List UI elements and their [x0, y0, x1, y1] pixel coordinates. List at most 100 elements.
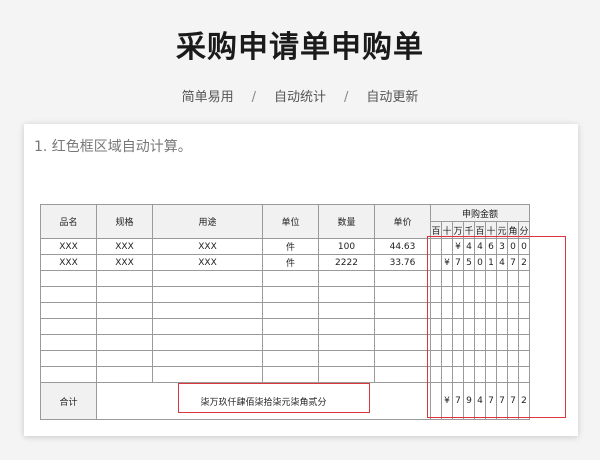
page-title: 采购申请单申购单 — [176, 30, 424, 65]
empty-cell[interactable] — [374, 286, 431, 303]
header-unit: 单位 — [262, 204, 319, 239]
empty-cell[interactable] — [152, 286, 263, 303]
empty-cell[interactable] — [40, 350, 97, 367]
cell-digit: 4 — [463, 238, 475, 255]
empty-cell[interactable] — [318, 350, 375, 367]
empty-cell[interactable] — [262, 366, 319, 383]
table-row: XXX XXX XXX 件 100 44.63 ¥ 4 4 6 3 0 0 — [40, 238, 530, 255]
empty-cell[interactable] — [262, 350, 319, 367]
empty-cell[interactable] — [374, 318, 431, 335]
cell-price[interactable]: 44.63 — [374, 238, 431, 255]
empty-cell[interactable] — [262, 334, 319, 351]
empty-cell[interactable] — [152, 318, 263, 335]
empty-cell — [474, 334, 486, 351]
empty-cell[interactable] — [96, 350, 153, 367]
empty-cell[interactable] — [152, 302, 263, 319]
cell-digit: 0 — [474, 254, 486, 271]
empty-cell — [430, 318, 442, 335]
cell-spec[interactable]: XXX — [96, 238, 153, 255]
cell-digit: 0 — [507, 238, 519, 255]
empty-cell — [463, 366, 475, 383]
tag-easy: 简单易用 — [181, 90, 234, 105]
cell-qty[interactable]: 100 — [318, 238, 375, 255]
digit-header: 分 — [518, 221, 530, 239]
empty-cell[interactable] — [262, 270, 319, 287]
empty-cell — [441, 270, 453, 287]
empty-cell — [518, 286, 530, 303]
empty-cell[interactable] — [262, 318, 319, 335]
cell-purpose[interactable]: XXX — [152, 238, 263, 255]
total-digit: 7 — [507, 382, 519, 420]
empty-cell[interactable] — [374, 270, 431, 287]
empty-cell[interactable] — [152, 334, 263, 351]
empty-cell — [485, 318, 497, 335]
total-row: 合计 柒万玖仟肆佰柒拾柒元柒角贰分 ¥ 7 9 4 7 7 7 2 — [40, 382, 530, 420]
cell-digit — [430, 238, 442, 255]
empty-cell[interactable] — [40, 270, 97, 287]
empty-cell[interactable] — [96, 366, 153, 383]
cell-spec[interactable]: XXX — [96, 254, 153, 271]
empty-cell[interactable] — [96, 286, 153, 303]
empty-cell[interactable] — [40, 286, 97, 303]
total-digit: 7 — [496, 382, 508, 420]
tag-auto-update: 自动更新 — [366, 90, 419, 105]
empty-cell[interactable] — [318, 286, 375, 303]
empty-cell — [474, 366, 486, 383]
preview-card: 1. 红色框区域自动计算。 品名 规格 用途 单位 数量 单价 申购金额 百 十… — [24, 124, 578, 436]
empty-cell[interactable] — [96, 334, 153, 351]
cell-unit[interactable]: 件 — [262, 238, 319, 255]
empty-cell[interactable] — [152, 366, 263, 383]
cell-unit[interactable]: 件 — [262, 254, 319, 271]
cell-qty[interactable]: 2222 — [318, 254, 375, 271]
cell-digit: 5 — [463, 254, 475, 271]
empty-cell[interactable] — [96, 318, 153, 335]
empty-cell — [518, 366, 530, 383]
empty-cell[interactable] — [318, 270, 375, 287]
empty-cell — [507, 366, 519, 383]
total-uppercase-cell: 柒万玖仟肆佰柒拾柒元柒角贰分 — [96, 382, 431, 420]
empty-cell[interactable] — [40, 318, 97, 335]
empty-cell — [485, 366, 497, 383]
total-digit: 9 — [463, 382, 475, 420]
empty-cell[interactable] — [40, 302, 97, 319]
header-price: 单价 — [374, 204, 431, 239]
cell-purpose[interactable]: XXX — [152, 254, 263, 271]
empty-cell[interactable] — [262, 286, 319, 303]
tag-auto-stat: 自动统计 — [273, 90, 326, 105]
empty-cell[interactable] — [262, 302, 319, 319]
empty-cell — [441, 302, 453, 319]
empty-cell[interactable] — [374, 334, 431, 351]
empty-cell[interactable] — [40, 366, 97, 383]
cell-digit: 4 — [496, 254, 508, 271]
header-spec: 规格 — [96, 204, 153, 239]
header-qty: 数量 — [318, 204, 375, 239]
empty-cell[interactable] — [318, 334, 375, 351]
purchase-request-table: 品名 规格 用途 单位 数量 单价 申购金额 百 十 万 千 百 十 元 角 分 — [40, 204, 530, 420]
empty-cell[interactable] — [374, 350, 431, 367]
empty-cell[interactable] — [318, 366, 375, 383]
cell-price[interactable]: 33.76 — [374, 254, 431, 271]
empty-cell[interactable] — [96, 270, 153, 287]
empty-cell — [463, 350, 475, 367]
empty-cell — [463, 286, 475, 303]
empty-cell — [474, 350, 486, 367]
empty-cell[interactable] — [374, 302, 431, 319]
empty-cell — [430, 366, 442, 383]
cell-name[interactable]: XXX — [40, 238, 97, 255]
empty-cell[interactable] — [96, 302, 153, 319]
cell-digit: 6 — [485, 238, 497, 255]
empty-cell[interactable] — [318, 302, 375, 319]
empty-cell — [430, 302, 442, 319]
empty-cell[interactable] — [152, 350, 263, 367]
cell-name[interactable]: XXX — [40, 254, 97, 271]
empty-cell — [496, 302, 508, 319]
empty-cell[interactable] — [152, 270, 263, 287]
empty-cell — [463, 270, 475, 287]
table-row-empty — [40, 318, 530, 335]
empty-cell[interactable] — [318, 318, 375, 335]
empty-cell[interactable] — [40, 334, 97, 351]
cell-digit: 7 — [507, 254, 519, 271]
table-row-empty — [40, 270, 530, 287]
total-digit: 7 — [485, 382, 497, 420]
empty-cell[interactable] — [374, 366, 431, 383]
